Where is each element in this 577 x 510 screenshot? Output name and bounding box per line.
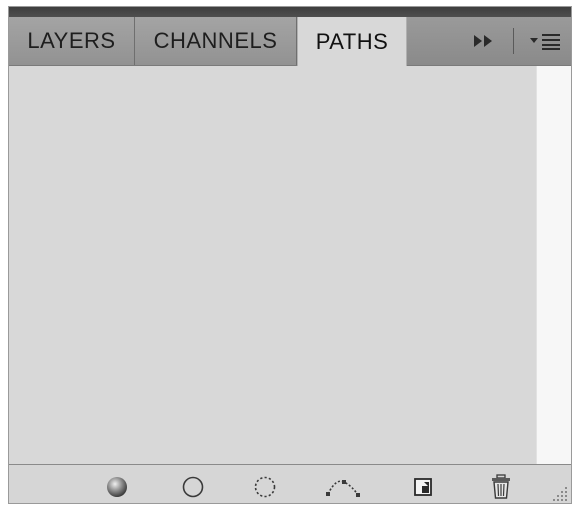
double-arrow-right-icon[interactable] [471, 17, 499, 65]
tab-channels[interactable]: CHANNELS [135, 17, 297, 65]
panel-menu-icon[interactable] [525, 17, 565, 65]
scrollbar[interactable] [536, 66, 571, 464]
delete-path-icon[interactable] [485, 473, 517, 501]
tab-layers[interactable]: LAYERS [9, 17, 135, 65]
paths-list-area [9, 66, 536, 464]
fill-path-icon[interactable] [101, 473, 133, 501]
create-new-path-icon[interactable] [407, 473, 439, 501]
load-path-as-selection-icon[interactable] [249, 473, 281, 501]
panel-bottom-toolbar [9, 464, 571, 503]
stroke-path-icon[interactable] [177, 473, 209, 501]
make-work-path-icon[interactable] [323, 473, 363, 501]
tab-bar-divider [513, 28, 514, 54]
resize-grip-icon[interactable] [547, 481, 569, 503]
paths-panel: LAYERS CHANNELS PATHS [8, 6, 572, 504]
panel-top-strip [9, 7, 571, 17]
tab-paths[interactable]: PATHS [297, 17, 407, 66]
